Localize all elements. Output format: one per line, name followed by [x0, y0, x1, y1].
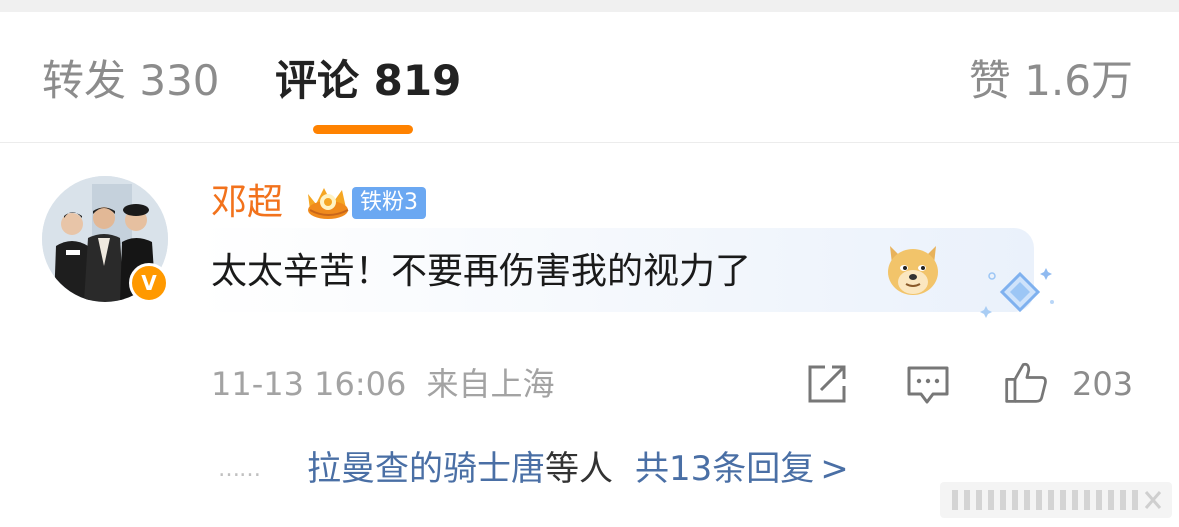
chevron-right-icon: >: [820, 449, 849, 489]
diamond-sticker-icon: [980, 268, 1054, 318]
watermark-logo: [940, 482, 1172, 518]
tab-bar: 转发 330 评论 819 赞 1.6万: [0, 12, 1179, 143]
reply-count-link[interactable]: 共13条回复: [635, 449, 814, 489]
like-count: 203: [1072, 365, 1134, 403]
comment-text: 太太辛苦！不要再伤害我的视力了: [211, 251, 752, 292]
reply-summary[interactable]: 拉曼查的骑士唐等人 共13条回复 >: [307, 448, 849, 490]
comment-username[interactable]: 邓超: [211, 182, 283, 224]
verified-v-icon: V: [129, 263, 169, 303]
comment-location: 来自上海: [426, 365, 555, 403]
tab-active-indicator: [313, 125, 413, 134]
comment-icon[interactable]: [905, 362, 951, 408]
tab-repost[interactable]: 转发 330: [42, 56, 220, 106]
reply-dots: ……: [218, 457, 261, 482]
doge-icon: [888, 246, 938, 295]
comment-meta: 11-13 16:06 来自上海: [211, 364, 555, 404]
reply-suffix: 等人: [545, 449, 613, 489]
fan-level-badge: 铁粉3: [352, 187, 426, 219]
comment-timestamp: 11-13 16:06: [211, 365, 407, 403]
reply-author-link[interactable]: 拉曼查的骑士唐: [307, 449, 545, 489]
tab-likes[interactable]: 赞 1.6万: [969, 56, 1133, 106]
thumbs-up-icon[interactable]: [1003, 360, 1049, 406]
crown-icon: [308, 188, 349, 219]
share-icon[interactable]: [803, 362, 849, 408]
tab-comments[interactable]: 评论 819: [275, 56, 461, 106]
top-strip: [0, 0, 1179, 12]
